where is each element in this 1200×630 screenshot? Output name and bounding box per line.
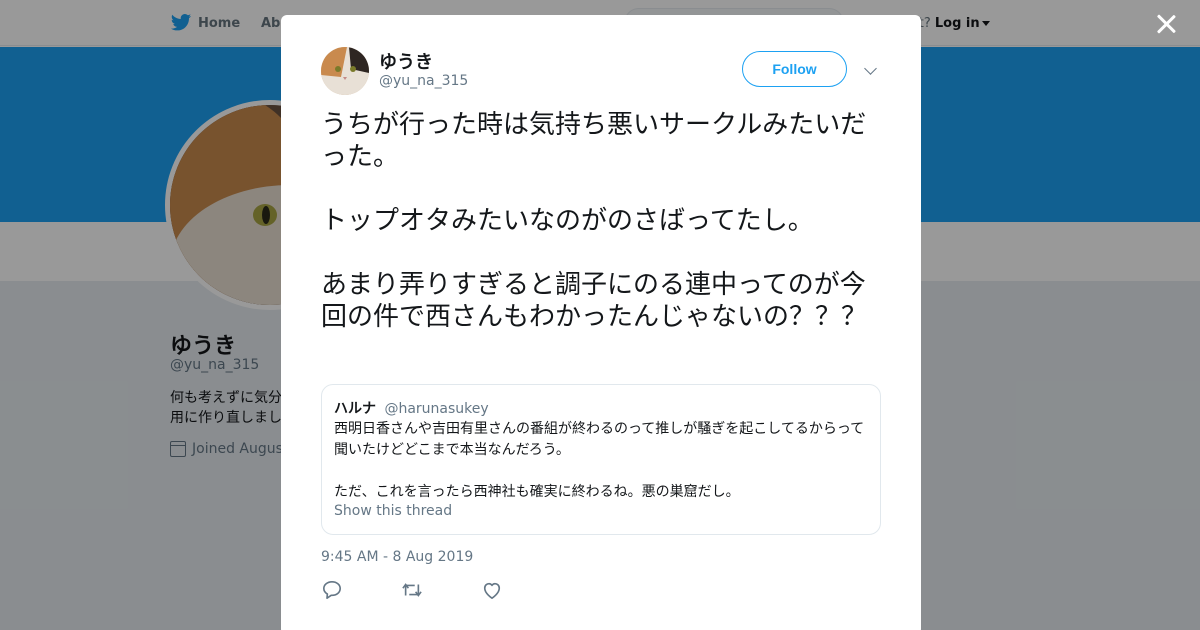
follow-button[interactable]: Follow (742, 51, 847, 87)
tweet-author-avatar[interactable] (321, 47, 369, 95)
show-thread-link[interactable]: Show this thread (334, 503, 452, 519)
retweet-icon[interactable] (401, 580, 423, 600)
close-icon[interactable] (1154, 12, 1178, 36)
tweet-text: うちが行った時は気持ち悪いサークルみたいだった。 トップオタみたいなのがのさばっ… (321, 110, 868, 332)
quoted-tweet[interactable]: ハルナ @harunasukey 西明日香さんや吉田有里さんの番組が終わるのって… (321, 384, 881, 535)
like-icon[interactable] (481, 580, 503, 600)
tweet-timestamp[interactable]: 9:45 AM - 8 Aug 2019 (321, 549, 473, 565)
quoted-author-name: ハルナ (334, 401, 376, 417)
tweet-actions (321, 580, 503, 600)
reply-icon[interactable] (321, 580, 343, 600)
chevron-down-icon[interactable] (864, 62, 877, 75)
quoted-tweet-text: 西明日香さんや吉田有里さんの番組が終わるのって推しが騒ぎを起こしてるからって聞い… (334, 421, 865, 500)
tweet-author-name[interactable]: ゆうき (379, 48, 433, 74)
cat-photo-avatar (321, 47, 369, 95)
quoted-tweet-header: ハルナ @harunasukey (334, 398, 489, 418)
tweet-modal: ゆうき @yu_na_315 Follow うちが行った時は気持ち悪いサークルみ… (281, 15, 921, 630)
tweet-author-handle[interactable]: @yu_na_315 (379, 73, 468, 89)
quoted-author-handle: @harunasukey (384, 401, 489, 417)
